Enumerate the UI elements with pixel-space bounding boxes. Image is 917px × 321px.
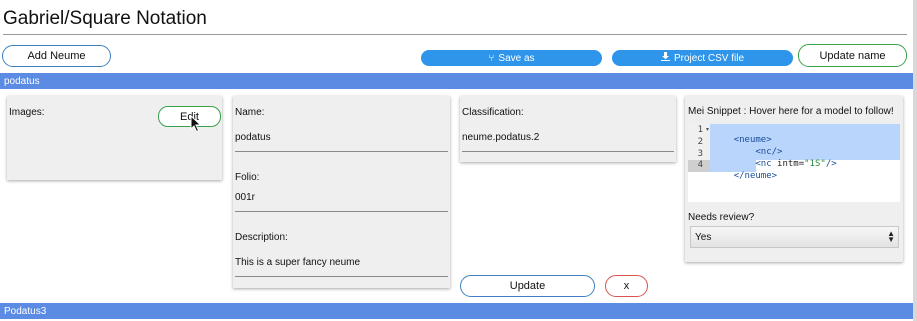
name-label: Name: (235, 107, 265, 118)
project-csv-label: Project CSV file (673, 52, 745, 64)
title-divider (3, 34, 907, 35)
neume-header-bar[interactable]: podatus (0, 73, 913, 89)
classification-underline (462, 151, 674, 152)
line-number: 1 (697, 125, 703, 135)
needs-review-value: Yes (695, 231, 712, 243)
delete-button[interactable]: x (605, 275, 648, 297)
neume-header-label: Podatus3 (4, 305, 47, 317)
download-icon (660, 52, 670, 64)
update-name-button[interactable]: Update name (798, 44, 907, 67)
images-label: Images: (9, 107, 45, 118)
code-attr: intm= (777, 159, 805, 169)
images-card: Images: Edit (7, 96, 222, 180)
page-title: Gabriel/Square Notation (3, 8, 207, 29)
description-underline (235, 276, 448, 277)
line-number: 2 (697, 137, 703, 147)
editor-gutter: 1 ▾ 2 3 4 (688, 124, 710, 172)
updown-arrow-icon: ▲ ▼ (887, 229, 895, 244)
code-tag-end: /> (825, 159, 837, 169)
classification-card: Classification: neume.podatus.2 (460, 96, 676, 162)
needs-review-label: Needs review? (688, 212, 755, 223)
line-number-active: 4 (688, 160, 710, 172)
update-button[interactable]: Update (460, 275, 595, 297)
fold-icon: ▾ (705, 127, 709, 133)
window-edge (913, 0, 917, 321)
classification-field[interactable]: neume.podatus.2 (462, 132, 539, 143)
save-as-button[interactable]: ⑂ Save as (421, 50, 602, 66)
folio-field[interactable]: 001r (235, 192, 255, 203)
neume-header-bar[interactable]: Podatus3 (0, 303, 913, 319)
code-line: </neume> (712, 161, 777, 191)
neume-header-label: podatus (4, 75, 40, 87)
classification-label: Classification: (462, 107, 524, 118)
description-field[interactable]: This is a super fancy neume (235, 257, 360, 268)
folio-label: Folio: (235, 172, 260, 183)
mei-code-editor[interactable]: 1 ▾ 2 3 4 <neume> <nc/> <nc intm="1S"/> … (688, 124, 900, 202)
name-field[interactable]: podatus (235, 132, 271, 143)
line-number: 3 (697, 149, 703, 159)
details-card: Name: podatus Folio: 001r Description: T… (233, 96, 450, 288)
folio-underline (235, 211, 448, 212)
mouse-pointer-icon (190, 115, 202, 133)
save-as-label: Save as (498, 52, 535, 64)
code-tag: </neume> (733, 171, 778, 181)
project-csv-button[interactable]: Project CSV file (612, 50, 793, 66)
name-underline (235, 151, 448, 152)
fork-icon: ⑂ (488, 52, 495, 64)
needs-review-select[interactable]: Yes ▲ ▼ (690, 226, 899, 248)
description-label: Description: (235, 232, 288, 243)
mei-snippet-label[interactable]: Mei Snippet : Hover here for a model to … (688, 106, 894, 117)
add-neume-button[interactable]: Add Neume (2, 45, 111, 67)
code-string: "1S" (804, 159, 826, 169)
